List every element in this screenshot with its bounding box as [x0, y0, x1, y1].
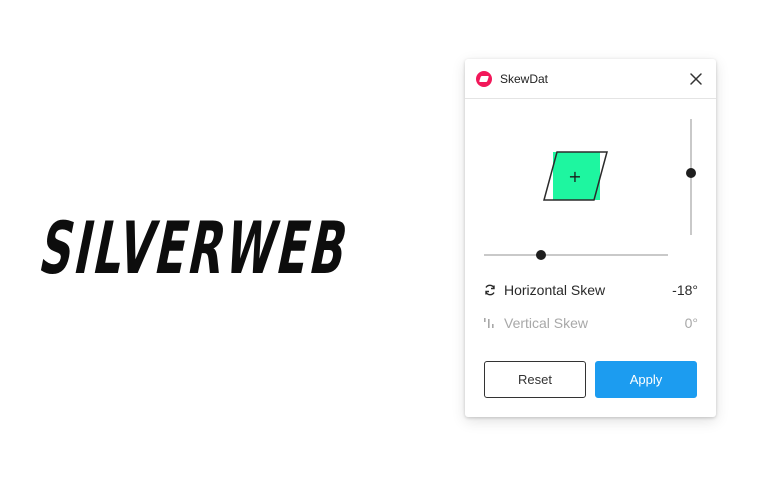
refresh-icon	[485, 284, 495, 296]
vertical-skew-label: Vertical Skew	[504, 315, 589, 331]
horizontal-skew-slider-thumb[interactable]	[536, 250, 546, 260]
vertical-skew-icon	[484, 318, 494, 328]
preview-crosshair: +	[568, 167, 581, 186]
vertical-skew-row: Vertical Skew 0°	[483, 313, 698, 333]
horizontal-skew-value[interactable]: -18°	[672, 281, 698, 299]
apply-button[interactable]: Apply	[595, 361, 697, 398]
horizontal-skew-slider-track[interactable]	[484, 254, 668, 256]
panel-header: SkewDat	[465, 59, 716, 99]
close-icon	[690, 73, 702, 85]
skewdat-plugin-panel: SkewDat + Horizontal Skew -18° Vertical …	[465, 59, 716, 417]
vertical-skew-value[interactable]: 0°	[685, 314, 698, 332]
reset-button[interactable]: Reset	[484, 361, 586, 398]
silverweb-logo-text[interactable]: SILVERWEB	[33, 206, 356, 290]
horizontal-skew-row: Horizontal Skew -18°	[483, 280, 698, 300]
horizontal-skew-label: Horizontal Skew	[504, 282, 606, 298]
skew-preview: +	[535, 144, 615, 208]
close-button[interactable]	[687, 70, 705, 88]
panel-title: SkewDat	[500, 72, 549, 86]
vertical-skew-slider-thumb[interactable]	[686, 168, 696, 178]
skewdat-logo-icon	[476, 71, 492, 87]
